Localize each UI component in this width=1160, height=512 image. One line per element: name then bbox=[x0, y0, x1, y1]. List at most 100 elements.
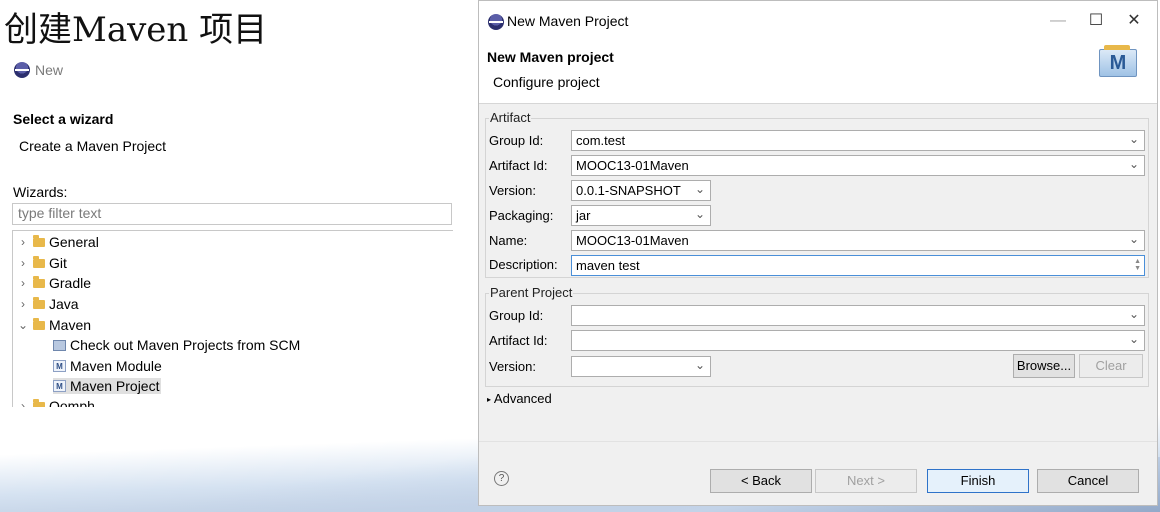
tree-item-label: General bbox=[49, 234, 99, 250]
description-field[interactable]: maven test ▲ ▼ bbox=[571, 255, 1145, 276]
spinner-icon[interactable]: ▲ ▼ bbox=[1134, 258, 1141, 272]
wizards-label: Wizards: bbox=[13, 184, 68, 200]
slide-title: 创建Maven 项目 bbox=[4, 10, 268, 50]
artifact-id-value: MOOC13-01Maven bbox=[576, 158, 689, 173]
chevron-right-icon[interactable]: › bbox=[17, 256, 29, 270]
tree-item-maven-module[interactable]: M Maven Module bbox=[53, 358, 162, 374]
tree-item-general[interactable]: › General bbox=[17, 234, 99, 250]
eclipse-icon bbox=[488, 14, 504, 30]
tree-item-label: Maven bbox=[49, 317, 92, 333]
chevron-down-icon[interactable]: ⌄ bbox=[1129, 332, 1139, 346]
dialog-heading: New Maven project bbox=[487, 49, 614, 65]
artifact-id-combo[interactable]: MOOC13-01Maven ⌄ bbox=[571, 155, 1145, 176]
parent-group-id-label: Group Id: bbox=[489, 308, 544, 323]
chevron-down-icon[interactable]: ⌄ bbox=[1129, 307, 1139, 321]
folder-icon bbox=[33, 234, 45, 247]
chevron-down-icon[interactable]: ⌄ bbox=[1129, 132, 1139, 146]
triangle-right-icon: ▸ bbox=[487, 395, 492, 404]
chevron-down-icon[interactable]: ⌄ bbox=[695, 207, 705, 221]
dialog-window-title: New Maven Project bbox=[507, 13, 629, 29]
chevron-right-icon[interactable]: › bbox=[17, 276, 29, 290]
select-wizard-subtitle: Create a Maven Project bbox=[19, 138, 167, 154]
wizard-filter-input[interactable]: type filter text bbox=[12, 203, 452, 225]
tree-item-oomph[interactable]: › Oomph bbox=[17, 398, 95, 407]
tree-item-label: Maven Module bbox=[70, 358, 162, 374]
close-button[interactable]: ✕ bbox=[1119, 9, 1149, 33]
eclipse-icon bbox=[14, 62, 30, 78]
chevron-down-icon[interactable]: ⌄ bbox=[17, 318, 29, 332]
tree-item-label: Check out Maven Projects from SCM bbox=[70, 337, 301, 353]
dialog-subheading: Configure project bbox=[493, 74, 600, 90]
maven-module-icon: M bbox=[53, 360, 66, 372]
next-button[interactable]: Next > bbox=[815, 469, 917, 493]
browse-button[interactable]: Browse... bbox=[1013, 354, 1075, 378]
parent-artifact-id-combo[interactable]: ⌄ bbox=[571, 330, 1145, 351]
tree-item-label: Git bbox=[49, 255, 67, 271]
chevron-down-icon[interactable]: ⌄ bbox=[1129, 157, 1139, 171]
version-combo[interactable]: 0.0.1-SNAPSHOT ⌄ bbox=[571, 180, 711, 201]
cancel-button[interactable]: Cancel bbox=[1037, 469, 1139, 493]
version-value: 0.0.1-SNAPSHOT bbox=[576, 183, 681, 198]
folder-open-icon bbox=[33, 317, 45, 330]
tree-item-label: Java bbox=[49, 296, 79, 312]
folder-icon bbox=[33, 296, 45, 309]
dialog-titlebar[interactable]: New Maven Project — ☐ ✕ bbox=[479, 1, 1157, 41]
folder-icon bbox=[33, 398, 45, 407]
parent-version-label: Version: bbox=[489, 359, 536, 374]
chevron-down-icon[interactable]: ⌄ bbox=[695, 358, 705, 372]
minimize-button[interactable]: — bbox=[1043, 9, 1073, 33]
folder-icon bbox=[33, 275, 45, 288]
parent-group-id-combo[interactable]: ⌄ bbox=[571, 305, 1145, 326]
chevron-right-icon[interactable]: › bbox=[17, 297, 29, 311]
group-id-combo[interactable]: com.test ⌄ bbox=[571, 130, 1145, 151]
footer-divider bbox=[479, 441, 1157, 442]
tree-item-label: Maven Project bbox=[70, 378, 160, 394]
select-wizard-heading: Select a wizard bbox=[13, 111, 114, 127]
dialog-header: New Maven project Configure project M bbox=[479, 41, 1157, 104]
group-id-label: Group Id: bbox=[489, 133, 544, 148]
packaging-label: Packaging: bbox=[489, 208, 554, 223]
chevron-down-icon[interactable]: ⌄ bbox=[1129, 232, 1139, 246]
clear-button[interactable]: Clear bbox=[1079, 354, 1143, 378]
tree-item-gradle[interactable]: › Gradle bbox=[17, 275, 91, 291]
maven-project-icon: M bbox=[53, 380, 66, 392]
packaging-value: jar bbox=[576, 208, 591, 223]
maven-wizard-icon: M bbox=[1099, 45, 1137, 77]
description-value: maven test bbox=[576, 258, 640, 273]
chevron-right-icon[interactable]: › bbox=[17, 399, 29, 407]
group-id-value: com.test bbox=[576, 133, 626, 148]
artifact-id-label: Artifact Id: bbox=[489, 158, 548, 173]
new-wizard-panel: New Select a wizard Create a Maven Proje… bbox=[8, 62, 454, 407]
advanced-toggle[interactable]: ▸ Advanced bbox=[487, 391, 552, 406]
chevron-down-icon[interactable]: ⌄ bbox=[695, 182, 705, 196]
advanced-label: Advanced bbox=[493, 391, 552, 406]
finish-button[interactable]: Finish bbox=[927, 469, 1029, 493]
parent-version-combo[interactable]: ⌄ bbox=[571, 356, 711, 377]
name-label: Name: bbox=[489, 233, 528, 248]
packaging-combo[interactable]: jar ⌄ bbox=[571, 205, 711, 226]
name-value: MOOC13-01Maven bbox=[576, 233, 689, 248]
wizard-tree[interactable]: › General › Git › Gradle › Java ⌄ Maven … bbox=[12, 230, 453, 407]
tree-item-checkout-scm[interactable]: Check out Maven Projects from SCM bbox=[53, 337, 300, 353]
new-maven-project-dialog: New Maven Project — ☐ ✕ New Maven projec… bbox=[478, 0, 1158, 506]
back-button[interactable]: < Back bbox=[710, 469, 812, 493]
new-wizard-title: New bbox=[35, 62, 64, 78]
tree-item-label: Gradle bbox=[49, 275, 92, 291]
scm-checkout-icon bbox=[53, 339, 66, 351]
help-icon[interactable]: ? bbox=[494, 471, 509, 486]
new-wizard-header: New bbox=[14, 62, 454, 78]
tree-item-java[interactable]: › Java bbox=[17, 296, 79, 312]
parent-project-group-label: Parent Project bbox=[489, 285, 574, 300]
tree-item-maven-project[interactable]: M Maven Project bbox=[53, 378, 162, 394]
name-combo[interactable]: MOOC13-01Maven ⌄ bbox=[571, 230, 1145, 251]
chevron-right-icon[interactable]: › bbox=[17, 235, 29, 249]
maximize-button[interactable]: ☐ bbox=[1081, 9, 1111, 33]
tree-item-maven[interactable]: ⌄ Maven bbox=[17, 317, 91, 333]
tree-item-git[interactable]: › Git bbox=[17, 255, 67, 271]
artifact-group-label: Artifact bbox=[489, 110, 532, 125]
description-label: Description: bbox=[489, 257, 558, 272]
tree-item-label: Oomph bbox=[49, 398, 95, 407]
version-label: Version: bbox=[489, 183, 536, 198]
parent-artifact-id-label: Artifact Id: bbox=[489, 333, 548, 348]
folder-icon bbox=[33, 255, 45, 268]
